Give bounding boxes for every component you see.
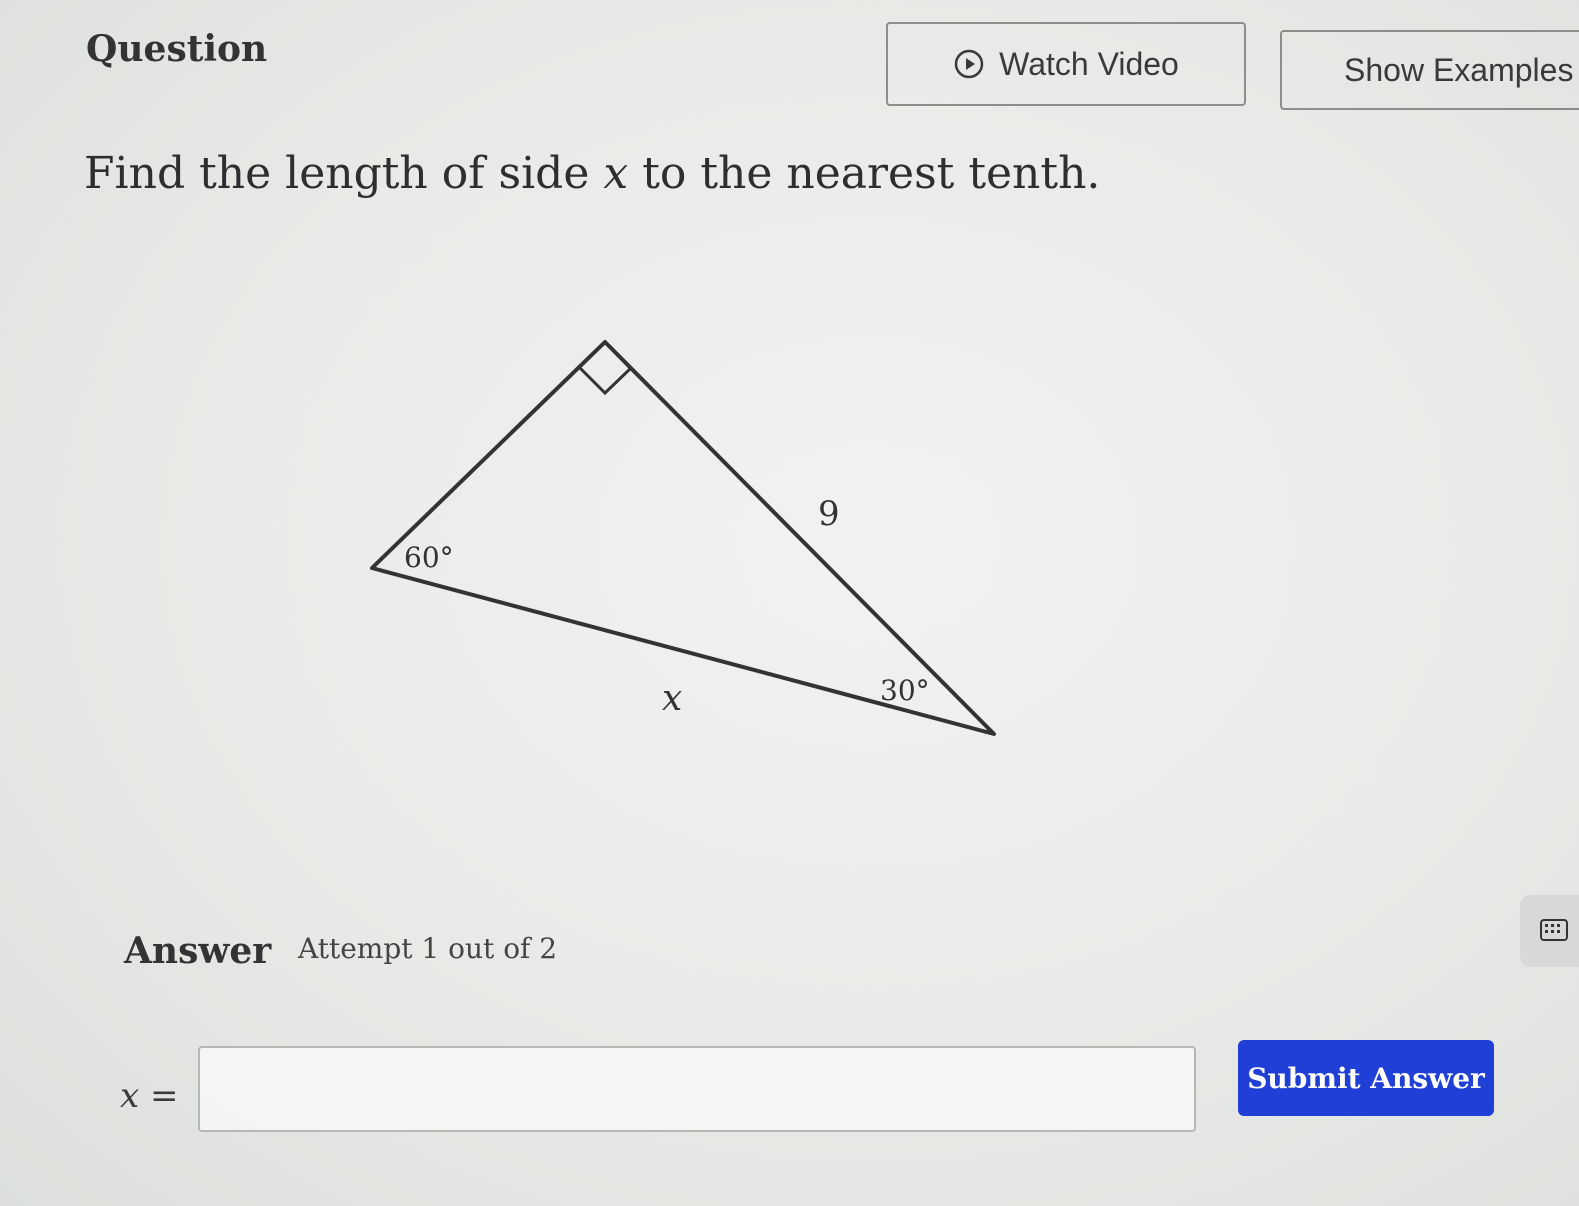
side-x-label: x [662,678,682,719]
hypotenuse-label: 9 [818,494,840,534]
prompt-text-before: Find the length of side [84,148,604,199]
input-prefix: x = [120,1076,179,1116]
watch-video-label: Watch Video [999,45,1179,82]
question-prompt: Find the length of side x to the nearest… [84,148,1100,199]
submit-answer-button[interactable]: Submit Answer [1238,1040,1494,1116]
watch-video-button[interactable]: Watch Video [886,22,1246,106]
prompt-variable: x [603,148,629,199]
input-prefix-variable: x [120,1076,140,1116]
right-angle-marker [577,365,633,396]
prompt-text-after: to the nearest tenth. [628,148,1101,199]
answer-heading: Answer [124,930,272,972]
angle-30-label: 30° [880,674,930,707]
angle-60-label: 60° [404,541,454,574]
input-prefix-equals: = [150,1076,179,1116]
attempt-counter: Attempt 1 out of 2 [298,932,558,965]
keypad-toggle-button[interactable] [1520,895,1579,967]
show-examples-label: Show Examples [1344,51,1574,88]
keypad-icon [1540,919,1568,941]
answer-input[interactable] [198,1046,1196,1132]
triangle-diagram: 60° 30° 9 x [370,340,996,736]
question-heading: Question [86,28,268,70]
play-circle-icon [954,49,984,79]
show-examples-button[interactable]: Show Examples [1280,30,1579,110]
